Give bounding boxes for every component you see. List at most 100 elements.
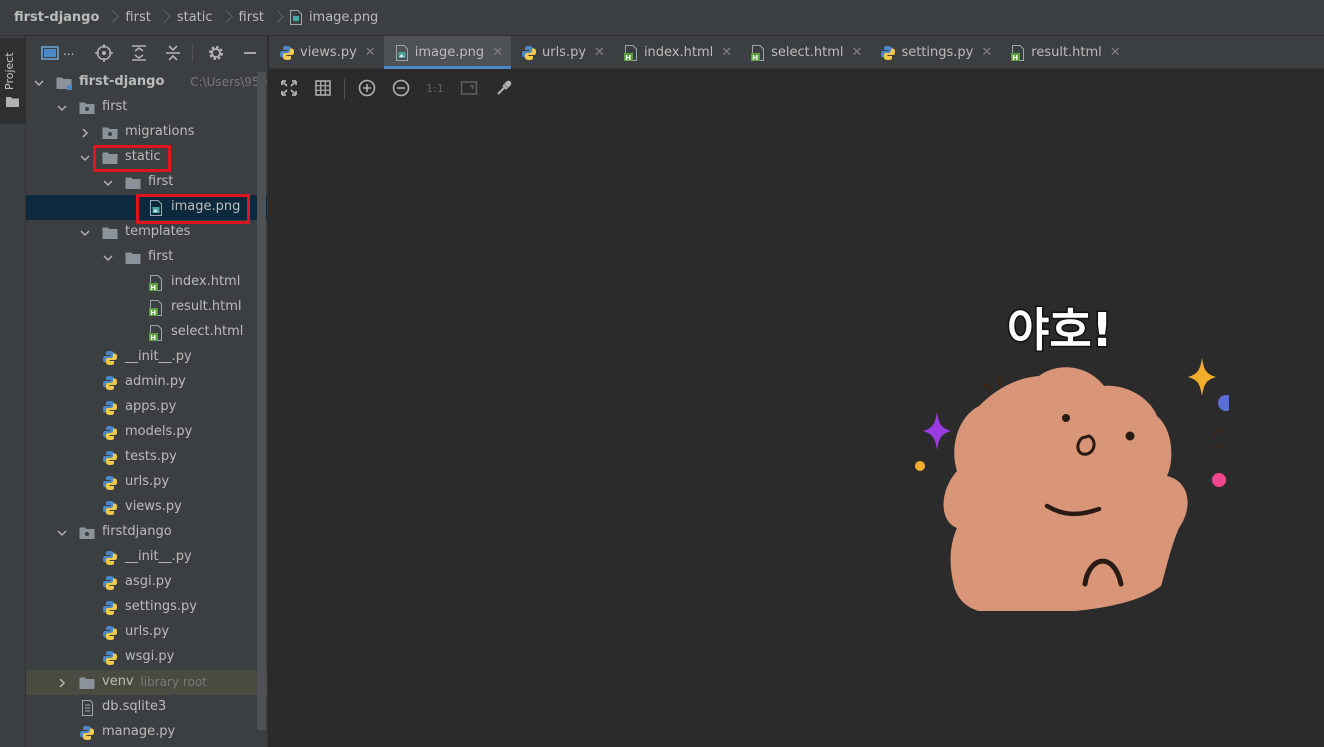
- close-icon[interactable]: ✕: [594, 45, 605, 60]
- html-file-icon: H: [148, 300, 164, 317]
- close-icon[interactable]: ✕: [981, 45, 992, 60]
- tree-item[interactable]: __init__.py: [26, 545, 267, 570]
- chevron-down-icon[interactable]: [103, 252, 113, 262]
- breadcrumb-separator-icon: [160, 8, 168, 28]
- editor-tab-label: views.py: [300, 45, 357, 60]
- tree-item-label: templates: [125, 224, 191, 239]
- tree-item[interactable]: Hindex.html: [26, 270, 267, 295]
- fit-zoom-icon[interactable]: [460, 79, 478, 97]
- breadcrumb: first-django first static first image.pn…: [0, 0, 1324, 36]
- tree-item[interactable]: first: [26, 245, 267, 270]
- close-icon[interactable]: ✕: [852, 45, 863, 60]
- python-file-icon: [102, 625, 118, 641]
- gear-icon[interactable]: [207, 44, 225, 62]
- tree-item[interactable]: models.py: [26, 420, 267, 445]
- tree-item[interactable]: apps.py: [26, 395, 267, 420]
- fit-to-screen-icon[interactable]: [280, 79, 298, 97]
- tree-item[interactable]: settings.py: [26, 595, 267, 620]
- python-file-icon: [102, 375, 118, 391]
- svg-text:H: H: [150, 284, 156, 291]
- project-panel-toolbar: ...: [26, 36, 267, 70]
- editor-tab-label: urls.py: [541, 45, 587, 60]
- tree-item[interactable]: db.sqlite3: [26, 695, 267, 720]
- chevron-right-icon[interactable]: [80, 127, 90, 138]
- package-folder-icon: [79, 525, 95, 541]
- editor-tab[interactable]: Hresult.html ✕: [1000, 36, 1128, 69]
- tree-item-label: first: [102, 99, 128, 114]
- zoom-in-icon[interactable]: [358, 79, 376, 97]
- expand-all-icon[interactable]: [130, 44, 148, 62]
- tree-item[interactable]: first-django C:\Users\950C: [26, 70, 267, 95]
- editor-tab[interactable]: urls.py ✕: [511, 36, 613, 69]
- tree-item[interactable]: admin.py: [26, 370, 267, 395]
- svg-text:H: H: [150, 309, 156, 316]
- project-tab-label: Project: [3, 52, 16, 90]
- html-file-icon: H: [750, 44, 765, 62]
- tree-item[interactable]: venv library root: [26, 670, 267, 695]
- collapse-all-icon[interactable]: [164, 44, 182, 62]
- editor-tab[interactable]: Hselect.html ✕: [740, 36, 870, 69]
- chevron-down-icon[interactable]: [103, 177, 113, 187]
- tree-item[interactable]: manage.py: [26, 720, 267, 745]
- tree-item[interactable]: first: [26, 170, 267, 195]
- tree-item[interactable]: asgi.py: [26, 570, 267, 595]
- tree-item[interactable]: firstdjango: [26, 520, 267, 545]
- tree-item-label: settings.py: [125, 599, 197, 614]
- editor-tab[interactable]: settings.py ✕: [870, 36, 1000, 69]
- project-view-label[interactable]: ...: [63, 44, 74, 58]
- hide-icon[interactable]: [241, 44, 259, 62]
- image-png-highlight-box: [136, 194, 250, 224]
- actual-size-icon[interactable]: 1:1: [426, 82, 444, 95]
- python-file-icon: [102, 350, 118, 366]
- project-panel: ... first-django C:\Users\950C first migrat…: [26, 36, 268, 747]
- project-view-icon[interactable]: [41, 44, 59, 62]
- toolbar-separator: [344, 79, 345, 99]
- editor-tab[interactable]: image.png ✕: [383, 36, 512, 69]
- tree-item-label: index.html: [171, 274, 241, 289]
- chevron-down-icon[interactable]: [80, 152, 90, 162]
- tree-item[interactable]: migrations: [26, 120, 267, 145]
- toolbar-separator: [192, 44, 193, 62]
- tree-item[interactable]: first: [26, 95, 267, 120]
- chevron-down-icon[interactable]: [80, 227, 90, 237]
- editor-tab[interactable]: Hindex.html ✕: [613, 36, 740, 69]
- breadcrumb-item-first[interactable]: first: [125, 10, 150, 25]
- project-tool-tab[interactable]: Project: [0, 38, 25, 124]
- chevron-down-icon[interactable]: [34, 77, 44, 87]
- close-icon[interactable]: ✕: [721, 45, 732, 60]
- tree-item[interactable]: views.py: [26, 495, 267, 520]
- editor-tab-label: result.html: [1031, 45, 1102, 60]
- zoom-out-icon[interactable]: [392, 79, 410, 97]
- close-icon[interactable]: ✕: [1110, 45, 1121, 60]
- breadcrumb-item-first-sub[interactable]: first: [239, 10, 264, 25]
- breadcrumb-project[interactable]: first-django: [14, 10, 99, 25]
- tree-item[interactable]: Hselect.html: [26, 320, 267, 345]
- tree-item[interactable]: urls.py: [26, 470, 267, 495]
- tree-item-label: apps.py: [125, 399, 177, 414]
- grid-icon[interactable]: [314, 79, 332, 97]
- tree-item[interactable]: Hresult.html: [26, 295, 267, 320]
- tool-window-strip: Project: [0, 36, 26, 747]
- tree-item-label: db.sqlite3: [102, 699, 167, 714]
- tree-item[interactable]: __init__.py: [26, 345, 267, 370]
- tree-item[interactable]: tests.py: [26, 445, 267, 470]
- close-icon[interactable]: ✕: [492, 45, 503, 60]
- close-icon[interactable]: ✕: [365, 45, 376, 60]
- chevron-down-icon[interactable]: [57, 527, 67, 537]
- editor-tab[interactable]: views.py ✕: [269, 36, 384, 69]
- chevron-down-icon[interactable]: [57, 102, 67, 112]
- chevron-right-icon[interactable]: [57, 677, 67, 688]
- tree-scrollbar[interactable]: [257, 72, 266, 730]
- locate-icon[interactable]: [95, 44, 113, 62]
- tree-item-hint: library root: [140, 675, 207, 689]
- svg-text:H: H: [625, 54, 631, 61]
- tree-item[interactable]: urls.py: [26, 620, 267, 645]
- tree-item-label: select.html: [171, 324, 244, 339]
- breadcrumb-item-static[interactable]: static: [177, 10, 213, 25]
- breadcrumb-file[interactable]: image.png: [309, 10, 378, 25]
- editor-tab-label: image.png: [414, 45, 485, 60]
- tree-item[interactable]: wsgi.py: [26, 645, 267, 670]
- color-picker-icon[interactable]: [495, 79, 513, 97]
- python-file-icon: [279, 45, 294, 61]
- tree-item-label: wsgi.py: [125, 649, 175, 664]
